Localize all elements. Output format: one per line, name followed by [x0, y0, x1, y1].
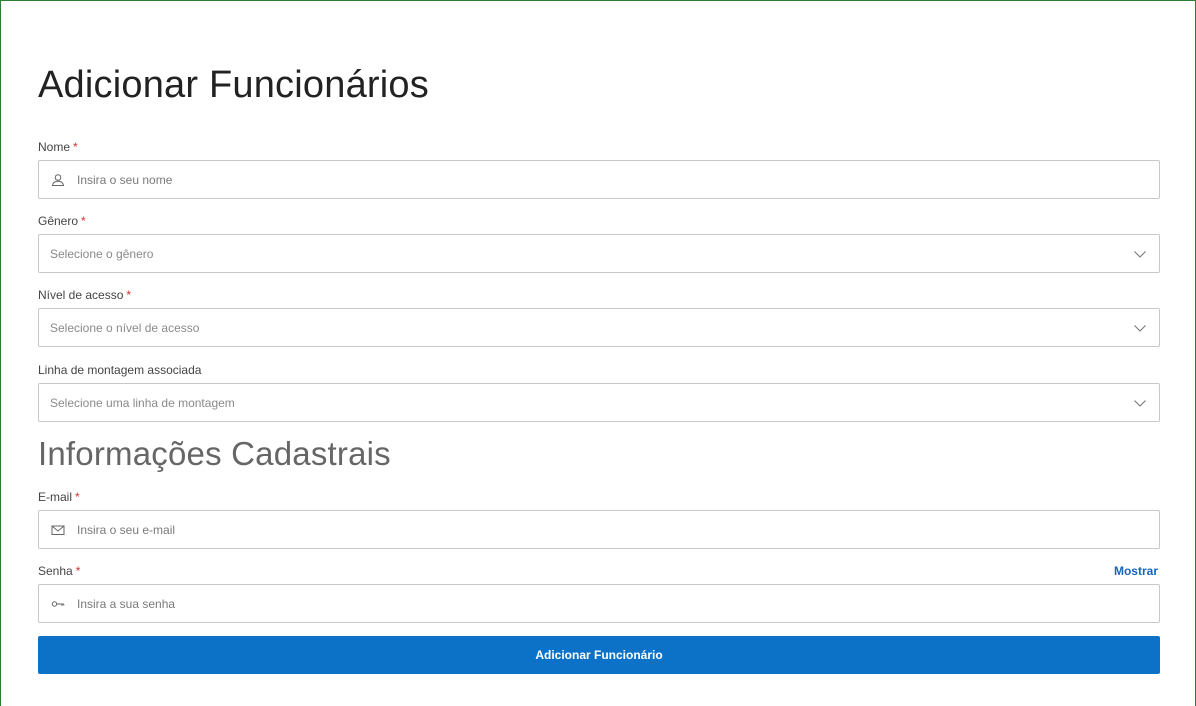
chevron-down-icon: [1134, 400, 1146, 407]
linha-select-value: Selecione uma linha de montagem: [50, 396, 235, 410]
genero-select-value: Selecione o gênero: [50, 247, 154, 261]
show-password-link[interactable]: Mostrar: [1114, 564, 1158, 578]
nome-field[interactable]: [38, 160, 1160, 199]
nivel-label-text: Nível de acesso: [38, 288, 124, 302]
chevron-down-icon: [1134, 251, 1146, 258]
nome-label: Nome *: [38, 140, 78, 154]
mail-icon: [51, 525, 65, 535]
genero-label: Gênero *: [38, 214, 86, 228]
required-mark: *: [73, 140, 78, 154]
required-mark: *: [81, 214, 86, 228]
email-label-text: E-mail: [38, 490, 73, 504]
senha-label-text: Senha: [38, 564, 73, 578]
nivel-select[interactable]: Selecione o nível de acesso: [38, 308, 1160, 347]
genero-label-text: Gênero: [38, 214, 79, 228]
email-input[interactable]: [75, 511, 1149, 548]
senha-field[interactable]: [38, 584, 1160, 623]
nome-label-text: Nome: [38, 140, 71, 154]
email-field[interactable]: [38, 510, 1160, 549]
nivel-select-value: Selecione o nível de acesso: [50, 321, 200, 335]
genero-select[interactable]: Selecione o gênero: [38, 234, 1160, 273]
key-icon: [51, 601, 65, 607]
section-title: Informações Cadastrais: [38, 435, 391, 472]
page-title: Adicionar Funcionários: [38, 64, 429, 106]
linha-label: Linha de montagem associada: [38, 363, 201, 377]
email-label: E-mail *: [38, 490, 80, 504]
linha-label-text: Linha de montagem associada: [38, 363, 202, 377]
user-icon: [51, 174, 65, 186]
nome-input[interactable]: [75, 161, 1149, 198]
required-mark: *: [126, 288, 132, 302]
senha-label: Senha *: [38, 564, 80, 578]
add-employee-button[interactable]: Adicionar Funcionário: [38, 636, 1160, 674]
required-mark: *: [75, 564, 81, 578]
linha-select[interactable]: Selecione uma linha de montagem: [38, 383, 1160, 422]
chevron-down-icon: [1134, 325, 1146, 332]
senha-input[interactable]: [75, 585, 1149, 622]
required-mark: *: [75, 490, 80, 504]
nivel-label: Nível de acesso *: [38, 288, 131, 302]
